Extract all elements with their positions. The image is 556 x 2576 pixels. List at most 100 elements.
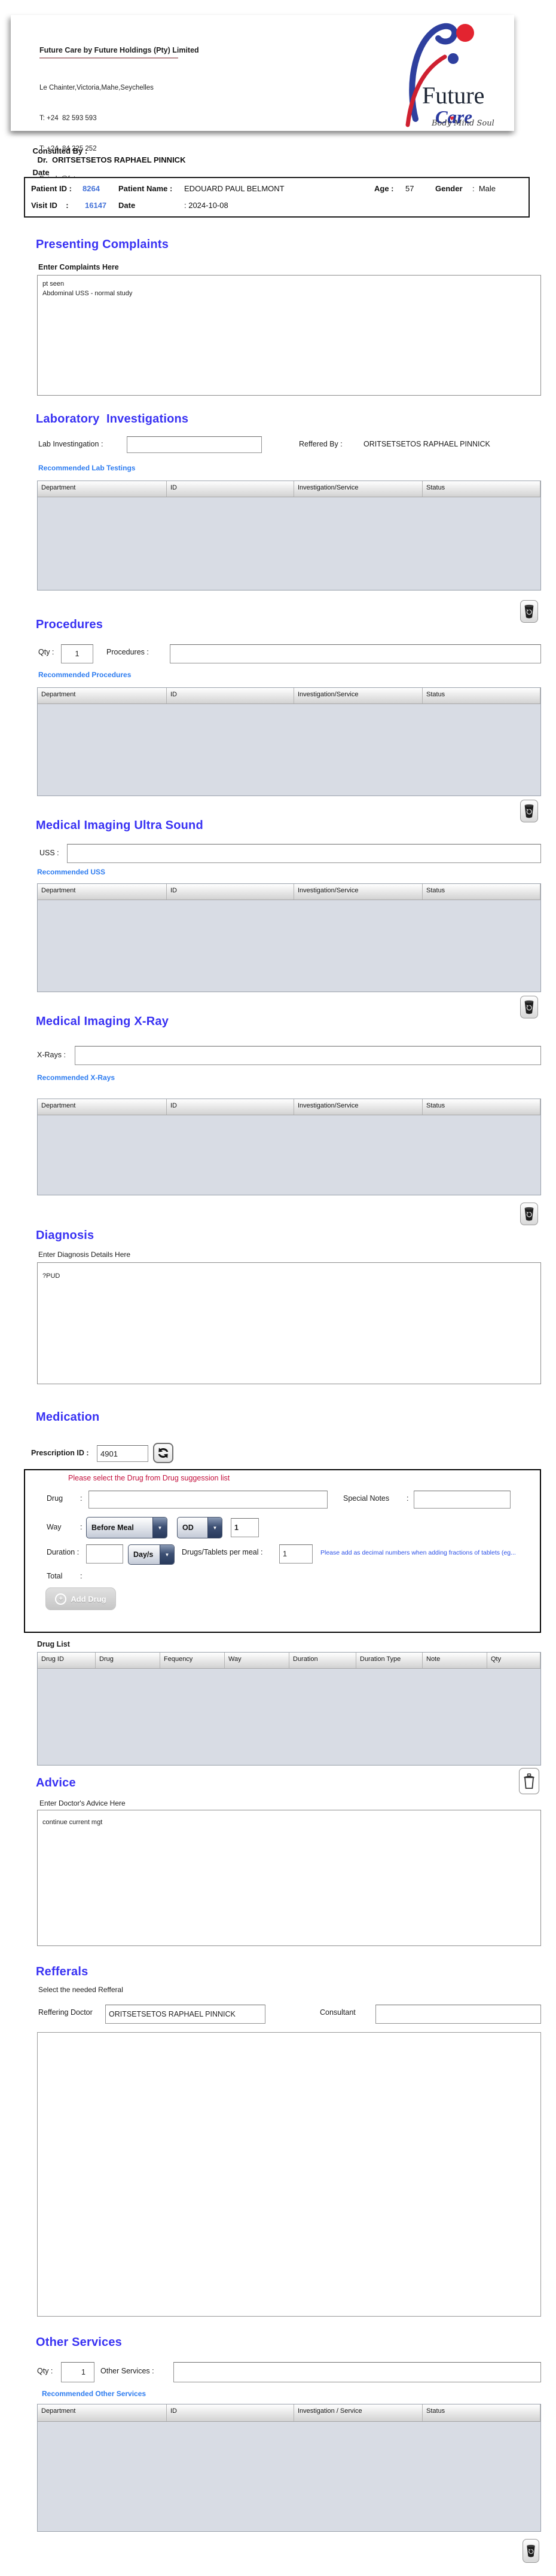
visit-date-value: : 2024-10-08 xyxy=(184,201,228,210)
refferals-subtitle: Select the needed Refferal xyxy=(38,1985,123,1994)
diagnosis-textarea[interactable]: ?PUD xyxy=(37,1262,541,1384)
prescription-id-label: Prescription ID : xyxy=(31,1449,89,1457)
ultrasound-title: Medical Imaging Ultra Sound xyxy=(36,819,203,832)
other-services-input[interactable] xyxy=(173,2362,541,2382)
reffered-by-value: ORITSETSETOS RAPHAEL PINNICK xyxy=(363,440,490,448)
visit-id-value: 16147 xyxy=(85,201,107,210)
drug-list-table-header: Drug ID Drug Fequency Way Duration Duration T… xyxy=(38,1653,540,1669)
plus-icon: + xyxy=(55,1593,67,1605)
add-drug-panel: Please select the Drug from Drug suggess… xyxy=(24,1469,541,1633)
special-notes-label: Special Notes xyxy=(343,1494,390,1503)
other-services-table-body[interactable] xyxy=(38,2422,540,2531)
column-header: Investigation/Service xyxy=(294,884,423,900)
trash-icon xyxy=(524,1207,534,1221)
refferals-title: Refferals xyxy=(36,1965,88,1978)
reffering-doctor-input[interactable] xyxy=(105,2005,265,2024)
recommended-lab-testings-link[interactable]: Recommended Lab Testings xyxy=(38,464,135,472)
column-header: Department xyxy=(38,2404,167,2421)
laboratory-title: Laboratory Investigations xyxy=(36,412,189,426)
recommended-uss-link[interactable]: Recommended USS xyxy=(37,868,105,876)
column-header: ID xyxy=(167,481,294,497)
column-header: Drug xyxy=(96,1653,160,1668)
clear-procedures-section-button[interactable] xyxy=(520,800,538,822)
xrays-input[interactable] xyxy=(75,1046,541,1065)
company-title: Future Care by Future Holdings (Pty) Lim… xyxy=(39,46,199,54)
column-header: Drug ID xyxy=(38,1653,96,1668)
column-header: Status xyxy=(423,884,540,900)
lab-tests-table: Department ID Investigation/Service Status xyxy=(37,481,541,591)
trash-icon xyxy=(524,604,534,619)
meal-time-dropdown[interactable]: Before Meal ▼ xyxy=(86,1517,167,1538)
refferal-listbox[interactable] xyxy=(37,2032,541,2317)
xray-table-body[interactable] xyxy=(38,1115,540,1195)
other-services-title: Other Services xyxy=(36,2336,122,2349)
title-rule xyxy=(39,57,178,59)
clear-advice-section-button[interactable] xyxy=(519,1768,539,1794)
consulted-by-label: Consulted By : xyxy=(32,146,88,155)
other-services-qty-input[interactable] xyxy=(61,2362,94,2382)
duration-unit-value: Day/s xyxy=(133,1550,154,1559)
consult-date-label: Date xyxy=(32,168,50,177)
special-notes-input[interactable] xyxy=(414,1491,511,1509)
special-notes-colon: : xyxy=(407,1494,409,1503)
chevron-down-icon: ▼ xyxy=(152,1518,167,1538)
patient-info-box: Patient ID : 8264 Patient Name : EDOUARD… xyxy=(24,177,530,218)
column-header: Department xyxy=(38,481,167,497)
column-header: Status xyxy=(423,2404,540,2421)
other-services-table-header: Department ID Investigation / Service Statu… xyxy=(38,2404,540,2422)
frequency-qty-input[interactable] xyxy=(231,1518,259,1537)
lab-investigation-label: Lab Investingation : xyxy=(38,440,103,448)
advice-title: Advice xyxy=(36,1776,76,1789)
procedures-input[interactable] xyxy=(170,644,541,663)
total-label: Total xyxy=(47,1572,63,1580)
clear-other-services-section-button[interactable] xyxy=(523,2539,539,2563)
column-header: Status xyxy=(423,1099,540,1115)
lab-investigation-input[interactable] xyxy=(127,436,262,453)
futurecare-logo-icon: Future Care ♥ xyxy=(405,23,484,127)
prescription-id-input[interactable] xyxy=(97,1445,148,1462)
letterhead: Future Care by Future Holdings (Pty) Lim… xyxy=(11,15,514,213)
recommended-procedures-link[interactable]: Recommended Procedures xyxy=(38,671,131,679)
lab-tests-table-body[interactable] xyxy=(38,497,540,590)
clear-uss-section-button[interactable] xyxy=(520,996,538,1018)
column-header: Department xyxy=(38,1099,167,1115)
advice-textarea[interactable]: continue current mgt xyxy=(37,1810,541,1946)
visit-id-label: Visit ID : xyxy=(31,201,69,210)
per-meal-qty-input[interactable] xyxy=(279,1544,313,1564)
xrays-label: X-Rays : xyxy=(37,1051,66,1059)
gender-label: Gender xyxy=(435,184,463,193)
chevron-down-icon: ▼ xyxy=(207,1518,222,1538)
other-services-table: Department ID Investigation / Service Statu… xyxy=(37,2404,541,2532)
uss-table-body[interactable] xyxy=(38,900,540,992)
patient-name-label: Patient Name : xyxy=(118,184,173,193)
company-phone1: T: +24 82 593 593 xyxy=(39,115,97,122)
patient-id-value: 8264 xyxy=(83,184,100,193)
trash-icon xyxy=(527,2544,535,2557)
drug-list-table-body[interactable] xyxy=(38,1669,540,1765)
recommended-other-services-link[interactable]: Recommended Other Services xyxy=(42,2390,146,2398)
reffering-doctor-label: Reffering Doctor xyxy=(38,2008,93,2017)
drug-input[interactable] xyxy=(88,1491,328,1509)
futurecare-logo: Future Care ♥ Body Mind Soul xyxy=(365,19,512,130)
recommended-xrays-link[interactable]: Recommended X-Rays xyxy=(37,1073,115,1082)
complaints-textarea[interactable]: pt seen Abdominal USS - normal study xyxy=(37,275,541,396)
column-header: ID xyxy=(167,2404,294,2421)
consultant-input[interactable] xyxy=(375,2005,541,2024)
clear-lab-section-button[interactable] xyxy=(520,600,538,623)
duration-input[interactable] xyxy=(86,1544,123,1564)
column-header: Way xyxy=(225,1653,289,1668)
diagnosis-title: Diagnosis xyxy=(36,1229,94,1242)
procedures-qty-input[interactable] xyxy=(61,644,93,663)
frequency-dropdown[interactable]: OD ▼ xyxy=(177,1517,222,1538)
total-colon: : xyxy=(80,1572,83,1580)
uss-table: Department ID Investigation/Service Status xyxy=(37,883,541,992)
clear-xray-section-button[interactable] xyxy=(520,1203,538,1225)
duration-unit-dropdown[interactable]: Day/s ▼ xyxy=(128,1544,175,1565)
presenting-complaints-title: Presenting Complaints xyxy=(36,238,169,251)
uss-input[interactable] xyxy=(67,844,541,863)
refresh-prescription-button[interactable] xyxy=(153,1443,173,1463)
procedures-table-body[interactable] xyxy=(38,704,540,796)
add-drug-button[interactable]: + Add Drug xyxy=(45,1587,116,1610)
drug-suggestion-warning: Please select the Drug from Drug suggess… xyxy=(68,1474,230,1482)
column-header: Qty xyxy=(487,1653,540,1668)
